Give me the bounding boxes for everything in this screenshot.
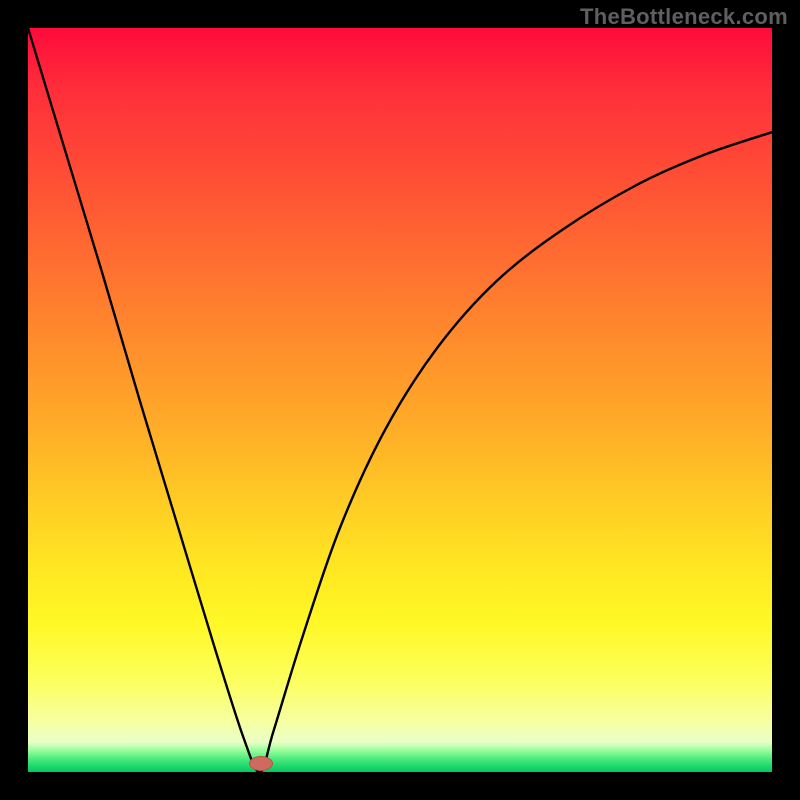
- chart-frame: TheBottleneck.com: [0, 0, 800, 800]
- curve-path: [28, 28, 772, 772]
- watermark-text: TheBottleneck.com: [580, 4, 788, 30]
- bottleneck-curve: [28, 28, 772, 772]
- optimum-marker: [249, 756, 273, 771]
- plot-area: [28, 28, 772, 772]
